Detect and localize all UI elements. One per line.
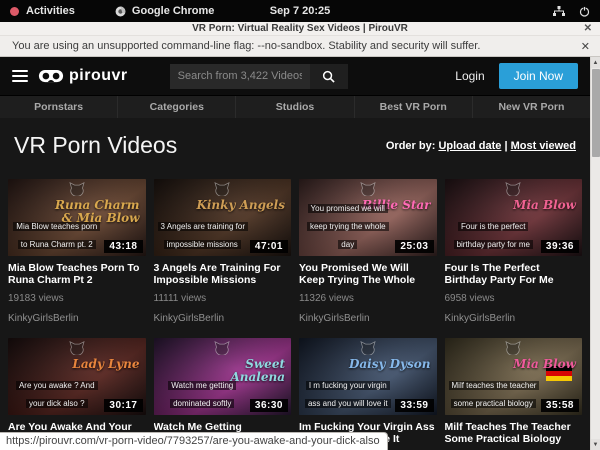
thumbnail-caption: You promised we will keep trying the who… bbox=[303, 198, 393, 252]
order-upload-date-link[interactable]: Upload date bbox=[438, 140, 501, 152]
network-icon[interactable] bbox=[553, 6, 565, 17]
site-header: pirouvr Login Join Now bbox=[0, 57, 590, 95]
thumbnail-caption: Are you awake ? And your dick also ? bbox=[12, 375, 102, 411]
studio-link[interactable]: KinkyGirlsBerlin bbox=[8, 313, 146, 324]
nav-item-pornstars[interactable]: Pornstars bbox=[0, 96, 118, 118]
duration-badge: 39:36 bbox=[541, 240, 579, 253]
sandbox-warning-bar: You are using an unsupported command-lin… bbox=[0, 36, 600, 57]
video-card: Billie Star You promised we will keep tr… bbox=[299, 179, 437, 330]
order-separator: | bbox=[504, 140, 507, 152]
activities-button[interactable]: Activities bbox=[26, 5, 75, 17]
order-by-label: Order by: bbox=[386, 140, 436, 152]
video-thumbnail[interactable]: Sweet Analena Watch me getting dominated… bbox=[154, 338, 292, 415]
warning-text: You are using an unsupported command-lin… bbox=[12, 40, 480, 52]
site-logo[interactable]: pirouvr bbox=[38, 67, 128, 85]
duration-badge: 43:18 bbox=[104, 240, 142, 253]
thumbnail-overlay-name: Mia Blow bbox=[513, 358, 576, 371]
video-title[interactable]: You Promised We Will Keep Trying The Who… bbox=[299, 262, 437, 286]
view-count: 19183 views bbox=[8, 293, 146, 304]
search-icon bbox=[322, 70, 335, 83]
chrome-icon bbox=[115, 6, 126, 17]
video-title[interactable]: Milf Teaches The Teacher Some Practical … bbox=[445, 421, 583, 445]
tab-title: VR Porn: Virtual Reality Sex Videos | Pi… bbox=[192, 23, 408, 34]
join-now-button[interactable]: Join Now bbox=[499, 63, 578, 89]
scroll-up-icon[interactable]: ▲ bbox=[591, 57, 600, 68]
thumbnail-overlay-name: Daisy Dyson bbox=[349, 358, 431, 371]
video-thumbnail[interactable]: Lady Lyne Are you awake ? And your dick … bbox=[8, 338, 146, 415]
video-card: Mia Blow Four is the perfect birthday pa… bbox=[445, 179, 583, 330]
thumbnail-overlay-name: Lady Lyne bbox=[72, 358, 139, 371]
video-card: Runa Charm & Mia Blow Mia Blow teaches p… bbox=[8, 179, 146, 330]
thumbnail-caption: Milf teaches the teacher some practical … bbox=[449, 375, 539, 411]
login-link[interactable]: Login bbox=[455, 69, 484, 83]
vr-goggles-icon bbox=[38, 69, 64, 84]
active-app-indicator[interactable]: Google Chrome bbox=[115, 5, 215, 17]
nav-item-studios[interactable]: Studios bbox=[236, 96, 354, 118]
thumbnail-overlay-name: Mia Blow bbox=[513, 199, 576, 212]
studio-link[interactable]: KinkyGirlsBerlin bbox=[445, 313, 583, 324]
search-input[interactable] bbox=[170, 64, 310, 89]
thumbnail-caption: Mia Blow teaches porn to Runa Charm pt. … bbox=[12, 216, 102, 252]
browser-title-bar: VR Porn: Virtual Reality Sex Videos | Pi… bbox=[0, 22, 600, 36]
duration-badge: 35:58 bbox=[541, 399, 579, 412]
clock[interactable]: Sep 7 20:25 bbox=[270, 5, 331, 17]
video-thumbnail[interactable]: Mia Blow Milf teaches the teacher some p… bbox=[445, 338, 583, 415]
order-by: Order by: Upload date | Most viewed bbox=[386, 140, 576, 152]
video-thumbnail[interactable]: Mia Blow Four is the perfect birthday pa… bbox=[445, 179, 583, 256]
video-title[interactable]: 3 Angels Are Training For Impossible Mis… bbox=[154, 262, 292, 286]
main-content: VR Porn Videos Order by: Upload date | M… bbox=[0, 118, 590, 450]
video-title[interactable]: Mia Blow Teaches Porn To Runa Charm Pt 2 bbox=[8, 262, 146, 286]
scrollbar-thumb[interactable] bbox=[592, 69, 600, 157]
window-close-icon[interactable]: ✕ bbox=[584, 23, 592, 34]
warning-close-icon[interactable]: ✕ bbox=[581, 40, 590, 53]
site-nav: Pornstars Categories Studios Best VR Por… bbox=[0, 95, 590, 118]
duration-badge: 30:17 bbox=[104, 399, 142, 412]
video-grid: Runa Charm & Mia Blow Mia Blow teaches p… bbox=[8, 179, 582, 450]
search-bar bbox=[170, 64, 348, 89]
page-title: VR Porn Videos bbox=[14, 132, 177, 159]
notification-dot-icon bbox=[10, 7, 19, 16]
power-icon[interactable] bbox=[579, 6, 590, 17]
duration-badge: 25:03 bbox=[395, 240, 433, 253]
video-card: Mia Blow Milf teaches the teacher some p… bbox=[445, 338, 583, 450]
studio-link[interactable]: KinkyGirlsBerlin bbox=[154, 313, 292, 324]
system-top-bar: Activities Google Chrome Sep 7 20:25 bbox=[0, 0, 600, 22]
logo-text: pirouvr bbox=[69, 67, 128, 85]
video-thumbnail[interactable]: Runa Charm & Mia Blow Mia Blow teaches p… bbox=[8, 179, 146, 256]
video-title[interactable]: Four Is The Perfect Birthday Party For M… bbox=[445, 262, 583, 286]
nav-item-new[interactable]: New VR Porn bbox=[473, 96, 590, 118]
scroll-down-icon[interactable]: ▼ bbox=[591, 439, 600, 450]
duration-badge: 36:30 bbox=[250, 399, 288, 412]
view-count: 11326 views bbox=[299, 293, 437, 304]
video-thumbnail[interactable]: Kinky Angels 3 Angels are training for i… bbox=[154, 179, 292, 256]
menu-icon[interactable] bbox=[12, 70, 28, 82]
thumbnail-caption: 3 Angels are training for impossible mis… bbox=[158, 216, 248, 252]
duration-badge: 47:01 bbox=[250, 240, 288, 253]
studio-link[interactable]: KinkyGirlsBerlin bbox=[299, 313, 437, 324]
browser-viewport: pirouvr Login Join Now Pornstars Categor… bbox=[0, 57, 600, 450]
view-count: 6958 views bbox=[445, 293, 583, 304]
nav-item-best[interactable]: Best VR Porn bbox=[355, 96, 473, 118]
nav-item-categories[interactable]: Categories bbox=[118, 96, 236, 118]
order-most-viewed-link[interactable]: Most viewed bbox=[511, 140, 576, 152]
status-url-tooltip: https://pirouvr.com/vr-porn-video/779325… bbox=[0, 432, 388, 450]
search-button[interactable] bbox=[310, 64, 348, 89]
view-count: 11111 views bbox=[154, 293, 292, 304]
page-scrollbar[interactable]: ▲ ▼ bbox=[590, 57, 600, 450]
video-thumbnail[interactable]: Daisy Dyson I m fucking your virgin ass … bbox=[299, 338, 437, 415]
video-thumbnail[interactable]: Billie Star You promised we will keep tr… bbox=[299, 179, 437, 256]
thumbnail-caption: Four is the perfect birthday party for m… bbox=[449, 216, 539, 252]
duration-badge: 33:59 bbox=[395, 399, 433, 412]
thumbnail-overlay-name: Kinky Angels bbox=[196, 199, 285, 212]
thumbnail-caption: I m fucking your virgin ass and you will… bbox=[303, 375, 393, 411]
video-card: Kinky Angels 3 Angels are training for i… bbox=[154, 179, 292, 330]
thumbnail-caption: Watch me getting dominated softly bbox=[158, 375, 248, 411]
